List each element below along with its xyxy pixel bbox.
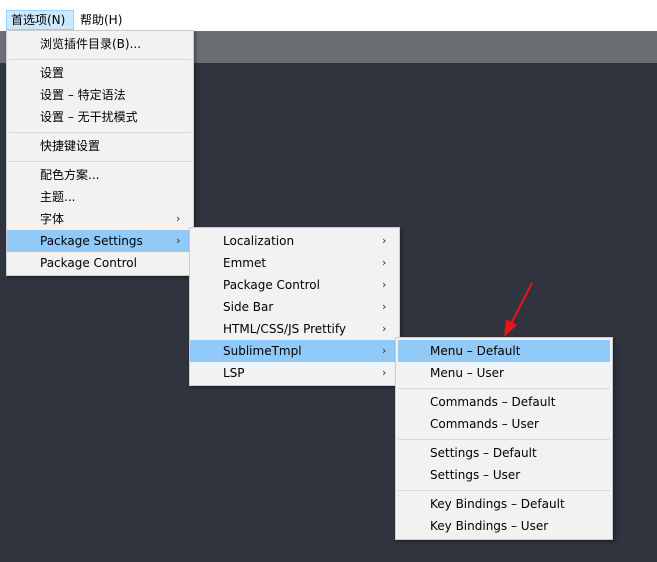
menu-separator bbox=[398, 388, 610, 389]
chevron-right-icon: › bbox=[382, 322, 387, 335]
menu-item-settings-user[interactable]: Settings – User bbox=[398, 464, 610, 486]
menu-help[interactable]: 帮助(H) bbox=[76, 10, 128, 30]
menu-separator bbox=[9, 132, 191, 133]
menu-item-label: 字体 bbox=[40, 212, 65, 226]
menu-item-label: Package Control bbox=[40, 256, 137, 270]
chevron-right-icon: › bbox=[382, 366, 387, 379]
menu-item-label: Commands – User bbox=[430, 417, 539, 431]
sublimetmpl-submenu: Menu – Default Menu – User Commands – De… bbox=[395, 337, 613, 540]
chevron-right-icon: › bbox=[176, 212, 181, 225]
menu-item-label: Package Control bbox=[223, 278, 320, 292]
menu-item-label: 设置 bbox=[40, 66, 65, 80]
menu-item-package-control[interactable]: Package Control bbox=[7, 252, 193, 274]
menu-item-commands-default[interactable]: Commands – Default bbox=[398, 391, 610, 413]
menu-item-label: 设置 – 特定语法 bbox=[40, 88, 126, 102]
menu-bar: 首选项(N) 帮助(H) bbox=[0, 0, 657, 31]
menu-item-label: 主题... bbox=[40, 190, 76, 204]
menu-item-label: Key Bindings – Default bbox=[430, 497, 565, 511]
menu-item-settings[interactable]: 设置 bbox=[7, 62, 193, 84]
menu-item-key-bindings-default[interactable]: Key Bindings – Default bbox=[398, 493, 610, 515]
menu-item-menu-default[interactable]: Menu – Default bbox=[398, 340, 610, 362]
menu-item-theme[interactable]: 主题... bbox=[7, 186, 193, 208]
menu-item-label: Menu – Default bbox=[430, 344, 521, 358]
menu-separator bbox=[9, 161, 191, 162]
menu-item-key-bindings[interactable]: 快捷键设置 bbox=[7, 135, 193, 157]
menu-item-browse-packages[interactable]: 浏览插件目录(B)... bbox=[7, 33, 193, 55]
menu-separator bbox=[398, 490, 610, 491]
preferences-menu: 浏览插件目录(B)... 设置 设置 – 特定语法 设置 – 无干扰模式 快捷键… bbox=[6, 30, 194, 276]
chevron-right-icon: › bbox=[382, 344, 387, 357]
menu-item-label: Emmet bbox=[223, 256, 267, 270]
menu-item-label: 快捷键设置 bbox=[40, 139, 101, 153]
menu-separator bbox=[9, 59, 191, 60]
menu-item-html-css-js-prettify[interactable]: HTML/CSS/JS Prettify › bbox=[190, 318, 399, 340]
menu-item-label: LSP bbox=[223, 366, 245, 380]
menu-item-settings-default[interactable]: Settings – Default bbox=[398, 442, 610, 464]
chevron-right-icon: › bbox=[176, 234, 181, 247]
menu-item-label: Localization bbox=[223, 234, 295, 248]
menu-item-localization[interactable]: Localization › bbox=[190, 230, 399, 252]
menu-item-menu-user[interactable]: Menu – User bbox=[398, 362, 610, 384]
menu-item-label: SublimeTmpl bbox=[223, 344, 302, 358]
menu-item-key-bindings-user[interactable]: Key Bindings – User bbox=[398, 515, 610, 537]
menu-item-label: HTML/CSS/JS Prettify bbox=[223, 322, 346, 336]
menu-preferences[interactable]: 首选项(N) bbox=[6, 10, 74, 30]
menu-item-sublimetmpl[interactable]: SublimeTmpl › bbox=[190, 340, 399, 362]
menu-item-lsp[interactable]: LSP › bbox=[190, 362, 399, 384]
menu-separator bbox=[398, 439, 610, 440]
menu-item-package-settings[interactable]: Package Settings › bbox=[7, 230, 193, 252]
menu-item-side-bar[interactable]: Side Bar › bbox=[190, 296, 399, 318]
menu-item-settings-syntax[interactable]: 设置 – 特定语法 bbox=[7, 84, 193, 106]
chevron-right-icon: › bbox=[382, 278, 387, 291]
menu-item-color-scheme[interactable]: 配色方案... bbox=[7, 164, 193, 186]
menu-item-label: Menu – User bbox=[430, 366, 504, 380]
menu-item-label: 设置 – 无干扰模式 bbox=[40, 110, 138, 124]
menu-item-label: Commands – Default bbox=[430, 395, 556, 409]
chevron-right-icon: › bbox=[382, 256, 387, 269]
menu-item-label: Side Bar bbox=[223, 300, 274, 314]
menu-item-label: 配色方案... bbox=[40, 168, 100, 182]
package-settings-submenu: Localization › Emmet › Package Control ›… bbox=[189, 227, 400, 386]
menu-item-emmet[interactable]: Emmet › bbox=[190, 252, 399, 274]
menu-item-label: Package Settings bbox=[40, 234, 143, 248]
menu-item-label: Key Bindings – User bbox=[430, 519, 549, 533]
menu-item-commands-user[interactable]: Commands – User bbox=[398, 413, 610, 435]
menu-item-label: Settings – User bbox=[430, 468, 521, 482]
chevron-right-icon: › bbox=[382, 234, 387, 247]
chevron-right-icon: › bbox=[382, 300, 387, 313]
menu-item-settings-distraction-free[interactable]: 设置 – 无干扰模式 bbox=[7, 106, 193, 128]
menu-item-package-control-settings[interactable]: Package Control › bbox=[190, 274, 399, 296]
menu-item-font[interactable]: 字体 › bbox=[7, 208, 193, 230]
menu-item-label: 浏览插件目录(B)... bbox=[40, 37, 142, 51]
menu-item-label: Settings – Default bbox=[430, 446, 537, 460]
